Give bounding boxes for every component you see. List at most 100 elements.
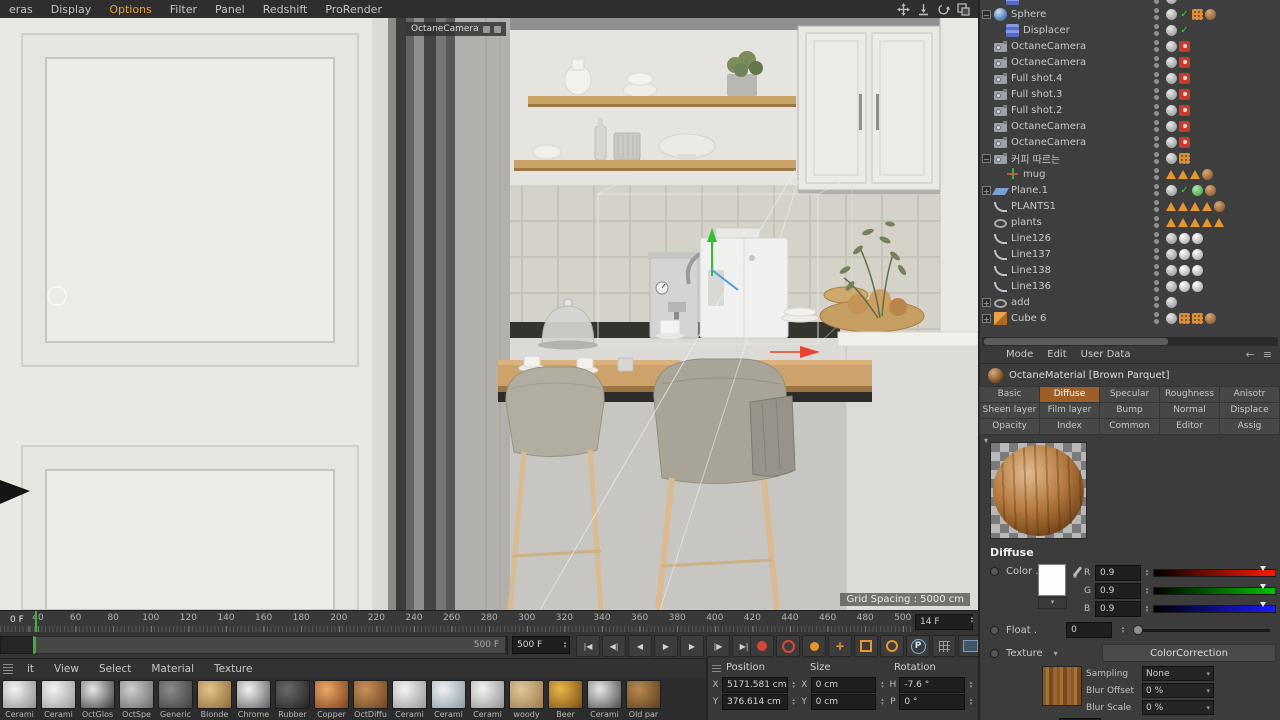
object-row-item[interactable]: −커피 따르는 <box>980 150 1280 166</box>
viewport-rotate-icon[interactable] <box>937 3 950 16</box>
expand-toggle[interactable]: − <box>982 154 991 163</box>
am-menu-edit[interactable]: Edit <box>1047 349 1066 360</box>
tag-gray-icon[interactable] <box>1166 25 1177 36</box>
material-preview[interactable] <box>990 442 1087 539</box>
channel-B-slider[interactable] <box>1153 605 1276 613</box>
tag-ball-brown-icon[interactable] <box>1202 169 1213 180</box>
visibility-dots[interactable] <box>1150 136 1162 148</box>
tab-specular[interactable]: Specular <box>1099 386 1160 403</box>
tag-red-icon[interactable] <box>1179 73 1190 84</box>
menu-options[interactable]: Options <box>100 3 160 16</box>
tag-red-icon[interactable] <box>1179 105 1190 116</box>
tag-orange-icon[interactable] <box>1192 313 1203 324</box>
tag-gray-icon[interactable] <box>1166 265 1177 276</box>
rotation-h-field[interactable]: -7.6 ° <box>899 677 965 693</box>
object-label[interactable]: Full shot.3 <box>1011 89 1150 100</box>
am-menu-mode[interactable]: Mode <box>1006 349 1033 360</box>
key-rotation-button[interactable] <box>880 635 904 657</box>
prev-key-button[interactable]: ◀| <box>602 635 626 657</box>
channel-G-slider[interactable] <box>1153 587 1276 595</box>
color-swatch[interactable] <box>1038 564 1066 596</box>
position-x-field[interactable]: 5171.581 cm <box>722 677 788 693</box>
tag-check-icon[interactable]: ✓ <box>1179 0 1190 4</box>
tab-normal[interactable]: Normal <box>1159 402 1220 419</box>
material-tile-blonde[interactable]: Blonde <box>195 678 234 720</box>
key-scale-button[interactable] <box>854 635 878 657</box>
float-spinner[interactable]: ▴▾ <box>1119 626 1127 634</box>
visibility-dots[interactable] <box>1150 200 1162 212</box>
timeline-ruler[interactable]: 4060801001201401601802002202402602803003… <box>0 610 912 633</box>
object-row-sphere[interactable]: −Sphere✓ <box>980 6 1280 22</box>
object-row-octanecamera[interactable]: OctaneCamera <box>980 38 1280 54</box>
visibility-dots[interactable] <box>1150 8 1162 20</box>
autokeying-button[interactable] <box>776 635 800 657</box>
material-thumbnail[interactable] <box>626 680 661 709</box>
tag-gray-icon[interactable] <box>1166 185 1177 196</box>
tag-orange-icon[interactable] <box>1179 313 1190 324</box>
tag-gray-icon[interactable] <box>1166 233 1177 244</box>
tag-ball-white-icon[interactable] <box>1179 281 1190 292</box>
tag-tri-icon[interactable] <box>1166 202 1176 211</box>
prev-frame-button[interactable]: ◀ <box>628 635 652 657</box>
blur-offset-field[interactable]: 0 %▾ <box>1142 683 1214 698</box>
tag-ball-brown-icon[interactable] <box>1214 201 1225 212</box>
material-thumbnail[interactable] <box>275 680 310 709</box>
visibility-dots[interactable] <box>1150 168 1162 180</box>
tab-roughness[interactable]: Roughness <box>1159 386 1220 403</box>
object-label[interactable]: OctaneCamera <box>1011 57 1150 68</box>
object-label[interactable]: Cube 6 <box>1011 313 1150 324</box>
material-thumbnail[interactable] <box>587 680 622 709</box>
menu-display[interactable]: Display <box>42 3 101 16</box>
material-tile-octdiffu[interactable]: OctDiffu <box>351 678 390 720</box>
visibility-dots[interactable] <box>1150 312 1162 324</box>
object-row-line137[interactable]: Line137 <box>980 246 1280 262</box>
tag-tri-icon[interactable] <box>1190 218 1200 227</box>
tab-film-layer[interactable]: Film layer <box>1039 402 1100 419</box>
frame-spinner[interactable]: ▴▾ <box>968 616 976 624</box>
visibility-dots[interactable] <box>1150 152 1162 164</box>
float-slider[interactable] <box>1134 629 1270 632</box>
active-camera-label[interactable]: OctaneCamera <box>406 22 506 36</box>
tag-ball-white-icon[interactable] <box>1192 281 1203 292</box>
viewport-toggle-icon[interactable] <box>957 3 970 16</box>
visibility-dots[interactable] <box>1150 280 1162 292</box>
color-anim-dot[interactable] <box>990 567 999 576</box>
object-row-add[interactable]: +add <box>980 294 1280 310</box>
visibility-dots[interactable] <box>1150 120 1162 132</box>
tab-displace[interactable]: Displace <box>1219 402 1280 419</box>
history-back-icon[interactable]: ← <box>1246 348 1255 361</box>
mat-menu-view[interactable]: View <box>44 663 89 675</box>
tag-gray-icon[interactable] <box>1166 137 1177 148</box>
mat-menu-material[interactable]: Material <box>141 663 204 675</box>
tab-index[interactable]: Index <box>1039 418 1100 435</box>
material-tile-cerami[interactable]: Cerami <box>390 678 429 720</box>
tag-ball-brown-icon[interactable] <box>1205 313 1216 324</box>
material-tile-cerami[interactable]: Cerami <box>429 678 468 720</box>
expand-toggle[interactable]: + <box>982 298 991 307</box>
material-thumbnail[interactable] <box>509 680 544 709</box>
frame-field[interactable]: 14 F <box>915 614 973 630</box>
menu-panel[interactable]: Panel <box>206 3 254 16</box>
material-tile-woody[interactable]: woody <box>507 678 546 720</box>
object-label[interactable]: Sphere <box>1011 9 1150 20</box>
range-slider[interactable]: 500 F <box>33 636 506 654</box>
tab-assig[interactable]: Assig <box>1219 418 1280 435</box>
material-thumbnail[interactable] <box>2 680 37 709</box>
visibility-dots[interactable] <box>1150 104 1162 116</box>
channel-B-field[interactable]: 0.9 <box>1095 601 1141 617</box>
tag-red-icon[interactable] <box>1179 137 1190 148</box>
tag-tri-icon[interactable] <box>1202 202 1212 211</box>
texture-thumbnail[interactable] <box>1042 666 1082 706</box>
tag-ball-white-icon[interactable] <box>1179 265 1190 276</box>
tab-common[interactable]: Common <box>1099 418 1160 435</box>
object-row-full-shot-3[interactable]: Full shot.3 <box>980 86 1280 102</box>
float-field[interactable]: 0 <box>1066 622 1112 638</box>
material-tile-old-par[interactable]: Old par <box>624 678 663 720</box>
object-row-plane-1[interactable]: +Plane.1✓ <box>980 182 1280 198</box>
object-label[interactable]: plants <box>1011 217 1150 228</box>
channel-R-spinner[interactable]: ▴▾ <box>1143 569 1151 577</box>
object-row-full-shot-4[interactable]: Full shot.4 <box>980 70 1280 86</box>
visibility-dots[interactable] <box>1150 88 1162 100</box>
material-tile-rubber[interactable]: Rubber <box>273 678 312 720</box>
tag-gray-icon[interactable] <box>1166 153 1177 164</box>
